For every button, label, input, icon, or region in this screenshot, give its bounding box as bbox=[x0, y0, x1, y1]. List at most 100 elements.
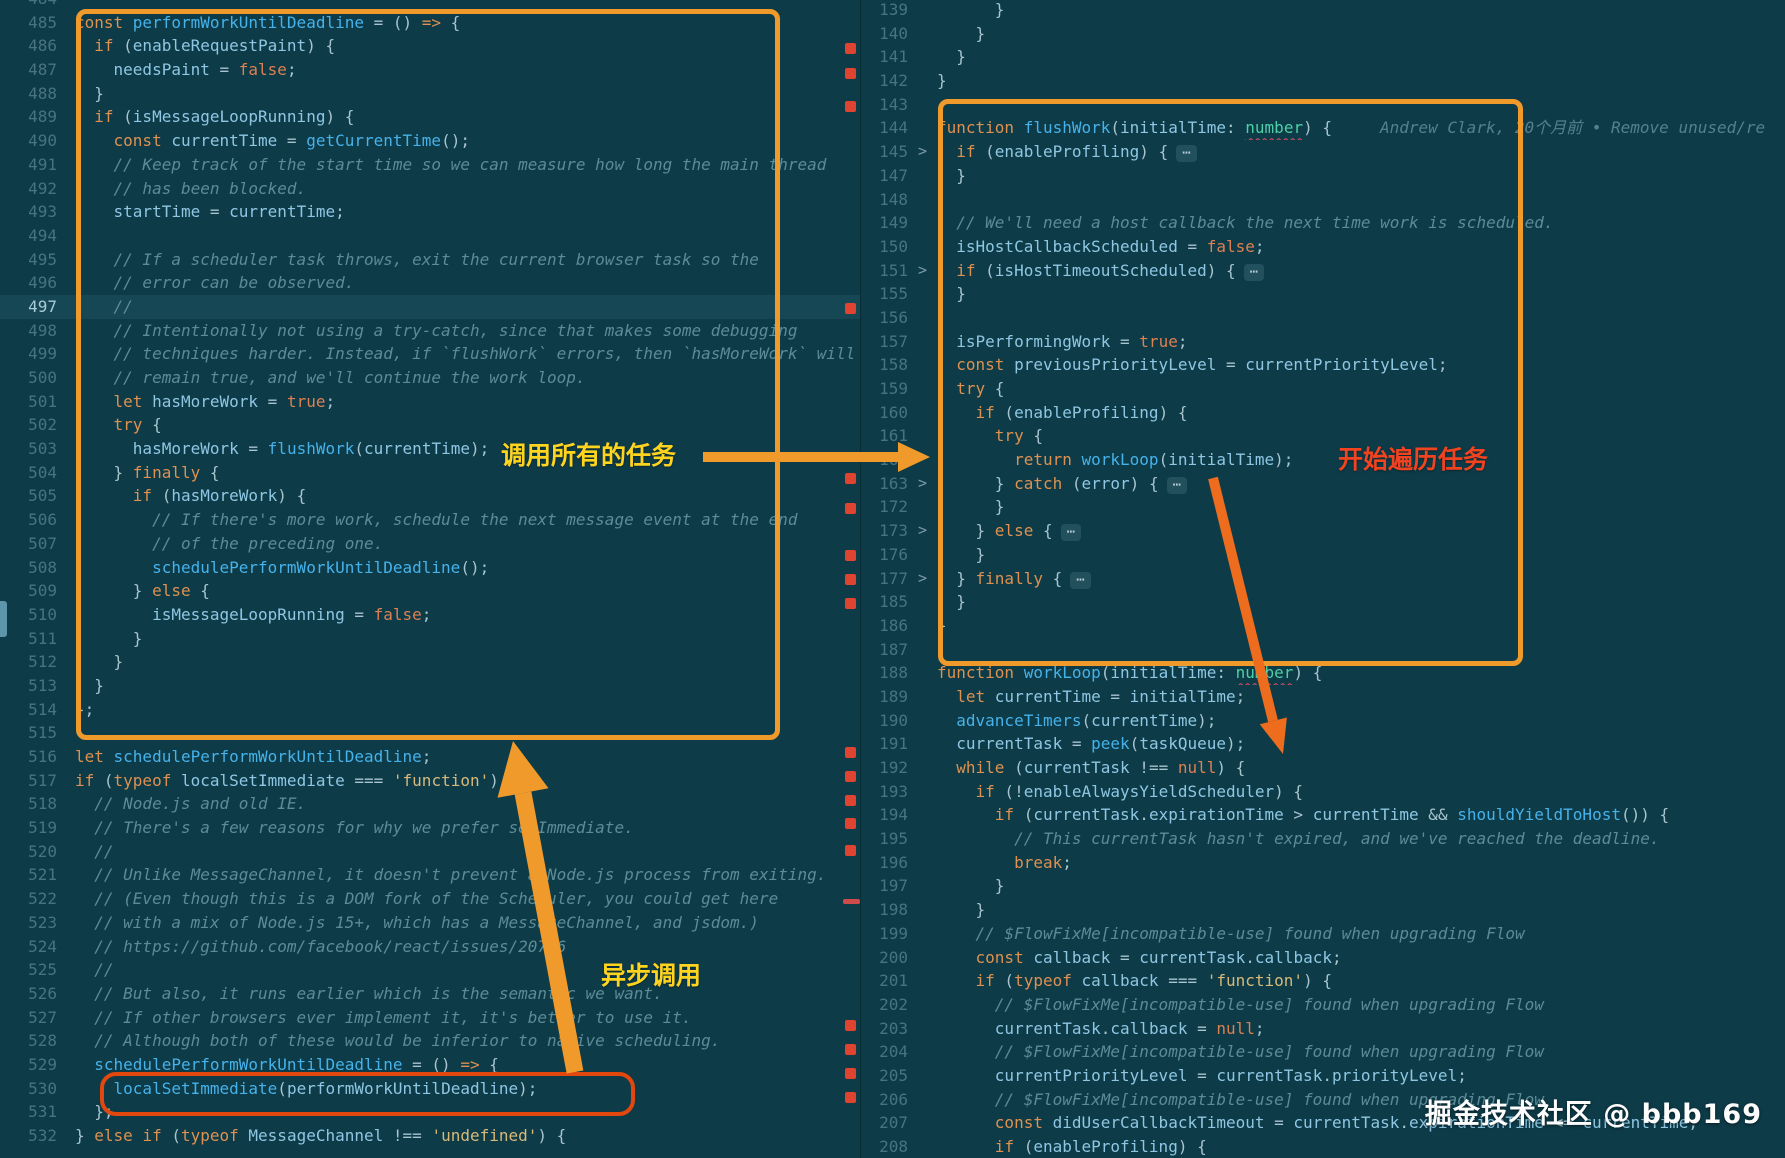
code-line[interactable]: 161 try { bbox=[861, 424, 1785, 448]
code-line[interactable]: 525 // bbox=[0, 958, 860, 982]
code-line[interactable]: 517 if (typeof localSetImmediate === 'fun… bbox=[0, 769, 860, 793]
code-line[interactable]: 205 currentPriorityLevel = currentTask.p… bbox=[861, 1064, 1785, 1088]
code-line[interactable]: 495 // If a scheduler task throws, exit … bbox=[0, 248, 860, 272]
code-line[interactable]: 162 return workLoop(initialTime); bbox=[861, 448, 1785, 472]
code-line[interactable]: 511 } bbox=[0, 627, 860, 651]
code-line[interactable]: 191 currentTask = peek(taskQueue); bbox=[861, 732, 1785, 756]
code-line[interactable]: 512 } bbox=[0, 650, 860, 674]
code-line[interactable]: 499 // techniques harder. Instead, if `f… bbox=[0, 342, 860, 366]
code-line[interactable]: 490 const currentTime = getCurrentTime()… bbox=[0, 129, 860, 153]
code-line[interactable]: 185 } bbox=[861, 590, 1785, 614]
code-line[interactable]: 186} bbox=[861, 614, 1785, 638]
code-line[interactable]: 500 // remain true, and we'll continue t… bbox=[0, 366, 860, 390]
code-line[interactable]: 141 } bbox=[861, 45, 1785, 69]
code-line[interactable]: 526 // But also, it runs earlier which i… bbox=[0, 982, 860, 1006]
code-line[interactable]: 502 try { bbox=[0, 413, 860, 437]
folded-code-badge[interactable]: ⋯ bbox=[1060, 524, 1082, 542]
fold-chevron-icon[interactable]: > bbox=[908, 519, 937, 543]
code-line[interactable]: 189 let currentTime = initialTime; bbox=[861, 685, 1785, 709]
code-line[interactable]: 157 isPerformingWork = true; bbox=[861, 330, 1785, 354]
code-line[interactable]: 197 } bbox=[861, 874, 1785, 898]
code-line[interactable]: 188 function workLoop(initialTime: number… bbox=[861, 661, 1785, 685]
code-line[interactable]: 530 localSetImmediate(performWorkUntilDe… bbox=[0, 1077, 860, 1101]
code-line[interactable]: 195 // This currentTask hasn't expired, … bbox=[861, 827, 1785, 851]
code-line[interactable]: 492 // has been blocked. bbox=[0, 177, 860, 201]
code-line[interactable]: 208 if (enableProfiling) { bbox=[861, 1135, 1785, 1158]
fold-chevron-icon[interactable]: > bbox=[908, 567, 937, 591]
code-line[interactable]: 515 bbox=[0, 721, 860, 745]
folded-code-badge[interactable]: ⋯ bbox=[1243, 263, 1265, 281]
code-line[interactable]: 148 bbox=[861, 188, 1785, 212]
code-line[interactable]: 532} else if (typeof MessageChannel !== … bbox=[0, 1124, 860, 1148]
code-line[interactable]: 507 // of the preceding one. bbox=[0, 532, 860, 556]
code-line[interactable]: 160 if (enableProfiling) { bbox=[861, 401, 1785, 425]
code-line[interactable]: 202 // $FlowFixMe[incompatible-use] foun… bbox=[861, 993, 1785, 1017]
code-line[interactable]: 485 const performWorkUntilDeadline = () =… bbox=[0, 11, 860, 35]
code-line[interactable]: 151 > if (isHostTimeoutScheduled) {⋯ bbox=[861, 259, 1785, 283]
code-line[interactable]: 150 isHostCallbackScheduled = false; bbox=[861, 235, 1785, 259]
code-line[interactable]: 493 startTime = currentTime; bbox=[0, 200, 860, 224]
code-line[interactable]: 504 } finally { bbox=[0, 461, 860, 485]
code-line[interactable]: 514}; bbox=[0, 698, 860, 722]
folded-code-badge[interactable]: ⋯ bbox=[1166, 476, 1188, 494]
code-line[interactable]: 203 currentTask.callback = null; bbox=[861, 1017, 1785, 1041]
code-line[interactable]: 531 }; bbox=[0, 1100, 860, 1124]
code-line[interactable]: 139 } bbox=[861, 0, 1785, 22]
code-line[interactable]: 194 if (currentTask.expirationTime > cur… bbox=[861, 803, 1785, 827]
code-line[interactable]: 503 hasMoreWork = flushWork(currentTime)… bbox=[0, 437, 860, 461]
code-line[interactable]: 488 } bbox=[0, 82, 860, 106]
code-line[interactable]: 509 } else { bbox=[0, 579, 860, 603]
code-line[interactable]: 159 try { bbox=[861, 377, 1785, 401]
code-line[interactable]: 505 if (hasMoreWork) { bbox=[0, 484, 860, 508]
folded-code-badge[interactable]: ⋯ bbox=[1070, 571, 1091, 589]
code-line[interactable]: 163 > } catch (error) {⋯ bbox=[861, 472, 1785, 496]
code-line[interactable]: 489 if (isMessageLoopRunning) { bbox=[0, 105, 860, 129]
overview-ruler[interactable] bbox=[840, 0, 860, 1158]
folded-code-badge[interactable]: ⋯ bbox=[1176, 145, 1197, 163]
code-line[interactable]: 190 advanceTimers(currentTime); bbox=[861, 709, 1785, 733]
code-line[interactable]: 497 // bbox=[0, 294, 860, 319]
code-line[interactable]: 513 } bbox=[0, 674, 860, 698]
code-line[interactable]: 521 // Unlike MessageChannel, it doesn't… bbox=[0, 863, 860, 887]
code-line[interactable]: 498 // Intentionally not using a try-cat… bbox=[0, 319, 860, 343]
code-line[interactable]: 522 // (Even though this is a DOM fork o… bbox=[0, 887, 860, 911]
fold-chevron-icon[interactable]: > bbox=[908, 140, 937, 164]
code-line[interactable]: 494 bbox=[0, 224, 860, 248]
fold-chevron-icon[interactable]: > bbox=[908, 259, 937, 283]
code-line[interactable]: 491 // Keep track of the start time so w… bbox=[0, 153, 860, 177]
code-line[interactable]: 196 break; bbox=[861, 851, 1785, 875]
code-line[interactable]: 506 // If there's more work, schedule th… bbox=[0, 508, 860, 532]
code-line[interactable]: 201 if (typeof callback === 'function') … bbox=[861, 969, 1785, 993]
code-line[interactable]: 520 // bbox=[0, 840, 860, 864]
code-line[interactable]: 147 } bbox=[861, 164, 1785, 188]
code-line[interactable]: 510 isMessageLoopRunning = false; bbox=[0, 603, 860, 627]
code-line[interactable]: 145 > if (enableProfiling) {⋯ bbox=[861, 140, 1785, 164]
code-line[interactable]: 487 needsPaint = false; bbox=[0, 58, 860, 82]
code-line[interactable]: 524 // https://github.com/facebook/react… bbox=[0, 935, 860, 959]
code-line[interactable]: 149 // We'll need a host callback the ne… bbox=[861, 211, 1785, 235]
code-line[interactable]: 173 > } else {⋯ bbox=[861, 519, 1785, 543]
code-line[interactable]: 172 } bbox=[861, 495, 1785, 519]
code-line[interactable]: 156 bbox=[861, 306, 1785, 330]
code-line[interactable]: 516 let schedulePerformWorkUntilDeadline; bbox=[0, 745, 860, 769]
code-line[interactable]: 486 if (enableRequestPaint) { bbox=[0, 34, 860, 58]
code-line[interactable]: 523 // with a mix of Node.js 15+, which … bbox=[0, 911, 860, 935]
code-line[interactable]: 501 let hasMoreWork = true; bbox=[0, 390, 860, 414]
code-line[interactable]: 199 // $FlowFixMe[incompatible-use] foun… bbox=[861, 922, 1785, 946]
code-line[interactable]: 496 // error can be observed. bbox=[0, 271, 860, 295]
code-line[interactable]: 200 const callback = currentTask.callbac… bbox=[861, 946, 1785, 970]
code-line[interactable]: 204 // $FlowFixMe[incompatible-use] foun… bbox=[861, 1040, 1785, 1064]
code-line[interactable]: 529 schedulePerformWorkUntilDeadline = (… bbox=[0, 1053, 860, 1077]
fold-chevron-icon[interactable]: > bbox=[908, 472, 937, 496]
code-line[interactable]: 192 while (currentTask !== null) { bbox=[861, 756, 1785, 780]
code-line[interactable]: 484 bbox=[0, 0, 860, 11]
code-line[interactable]: 519 // There's a few reasons for why we … bbox=[0, 816, 860, 840]
code-line[interactable]: 518 // Node.js and old IE. bbox=[0, 792, 860, 816]
code-line[interactable]: 158 const previousPriorityLevel = curren… bbox=[861, 353, 1785, 377]
code-line[interactable]: 140 } bbox=[861, 22, 1785, 46]
code-line[interactable]: 144 function flushWork(initialTime: numbe… bbox=[861, 116, 1785, 140]
code-line[interactable]: 155 } bbox=[861, 282, 1785, 306]
code-line[interactable]: 198 } bbox=[861, 898, 1785, 922]
code-line[interactable]: 143 bbox=[861, 93, 1785, 117]
code-line[interactable]: 177 > } finally {⋯ bbox=[861, 567, 1785, 591]
